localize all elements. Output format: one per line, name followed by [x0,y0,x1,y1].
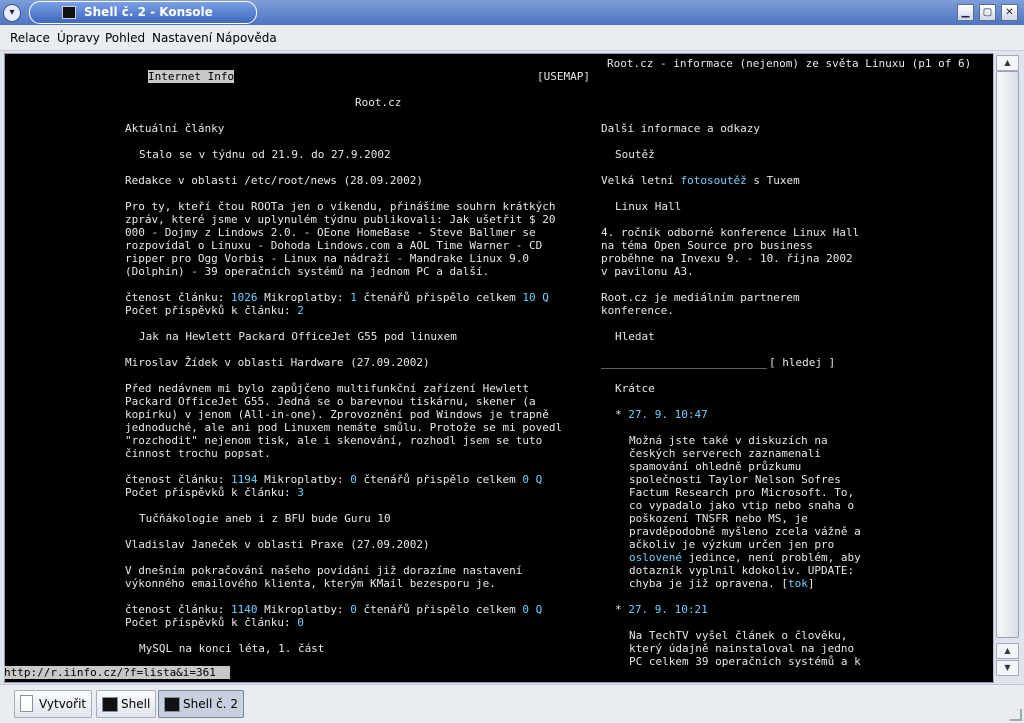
task-shell[interactable]: Shell [96,690,156,718]
new-session-button[interactable]: Vytvořit [14,690,92,718]
article-title[interactable]: Jak na Hewlett Packard OfficeJet G55 pod… [139,330,457,343]
terminal-icon [102,697,118,712]
article-body-line: zpráv, které jsme v uplynulém týdnu publ… [125,213,556,226]
window-title-pill: Shell č. 2 - Konsole [29,1,257,24]
scrollbar-thumb[interactable] [996,71,1019,638]
article-stats: čtenost článku: 1140 Mikroplatby: 0 čten… [125,603,543,616]
article-stats: čtenost článku: 1194 Mikroplatby: 0 čten… [125,473,543,486]
search-input[interactable]: _________________________ [601,356,767,369]
task-shell-2[interactable]: Shell č. 2 [158,690,244,718]
scroll-down-arrow-icon[interactable]: ▼ [996,660,1019,676]
article-title[interactable]: Tučňákologie aneb i z BFU bude Guru 10 [139,512,391,525]
article-body-line: jednoduché, ale ani pod Linuxem nemáte s… [125,421,563,434]
article-byline: Miroslav Žídek v oblasti Hardware (27.09… [125,356,430,369]
article-body-line: ripper pro Ogg Vorbis - Linux na nádraží… [125,252,529,265]
minimize-button[interactable]: ▁ [957,4,974,21]
article-body-line: Před nedávnem mi bylo zapůjčeno multifun… [125,382,529,395]
partner-line: Root.cz je mediálním partnerem [601,291,800,304]
menu-relace[interactable]: Relace [10,31,50,45]
news-line: Na TechTV vyšel článek o člověku, [629,629,848,642]
menu-upravy[interactable]: Úpravy [57,31,100,45]
news-line: který údajně nainstaloval na jedno [629,642,855,655]
resize-grip-icon[interactable] [1010,709,1022,721]
news-line: českých serverech zaznamenali [629,447,822,460]
news-line: PC celkem 39 operačních systémů a k [629,655,861,668]
article-body-line: V dnešním pokračování našeho povídání ji… [125,564,523,577]
article-body-line: činnost trochu popsat. [125,447,271,460]
article-body-line: "rozchodit" nejenom tisk, ale i skenován… [125,434,543,447]
article-body-line: (Dolphin) - 39 operačních systémů na jed… [125,265,490,278]
menu-napoveda[interactable]: Nápověda [216,31,277,45]
news-line: pravděpodobně myšleno zcela vážně a [629,525,861,538]
news-item-time: * 27. 9. 10:21 [615,603,708,616]
article-byline: Vladislav Janeček v oblasti Praxe (27.09… [125,538,430,551]
right-heading: Další informace a odkazy [601,122,760,135]
left-heading: Aktuální články [125,122,225,135]
article-comments: Počet příspěvků k článku: 3 [125,486,304,499]
new-document-icon [20,695,33,712]
article-body-line: Packard OfficeJet G55. Jedná se o barevn… [125,395,536,408]
menu-nastaveni[interactable]: Nastavení [152,31,212,45]
scroll-up-arrow-icon[interactable]: ▲ [996,55,1019,71]
article-comments: Počet příspěvků k článku: 2 [125,304,304,317]
news-line: spamování ohledně průzkumu [629,460,802,473]
header-internet-info[interactable]: Internet Info [148,70,235,83]
page-title: Root.cz - informace (nejenom) ze světa L… [607,57,972,70]
article-title[interactable]: MySQL na konci léta, 1. část [139,642,324,655]
hall-heading[interactable]: Linux Hall [615,200,681,213]
contest-link[interactable]: fotosoutěž [680,174,746,187]
close-button[interactable]: ✕ [1001,4,1018,21]
article-body-line: výkonného emailového klienta, kterým KMa… [125,577,496,590]
terminal-scrollbar[interactable]: ▲ ▲ ▼ [993,53,1021,681]
status-url: http://r.iinfo.cz/?f=lista&i=361 [4,666,230,679]
news-link[interactable]: oslovené [629,551,682,564]
news-line: co vypadalo jako vtip nebo snaha o [629,499,855,512]
usemap-link[interactable]: [USEMAP] [537,70,590,83]
news-heading: Krátce [615,382,655,395]
search-button[interactable]: [ hledej ] [769,356,835,369]
site-name: Root.cz [355,96,402,109]
article-byline: Redakce v oblasti /etc/root/news (28.09.… [125,174,424,187]
article-comments: Počet příspěvků k článku: 0 [125,616,304,629]
menubar: Relace Úpravy Pohled Nastavení Nápověda [0,25,1024,51]
news-line: chyba je již opravena. [tok] [629,577,815,590]
news-line: Možná jste také v diskuzích na [629,434,828,447]
article-body-line: kopírku) v jenom (All-in-one). Zprovozně… [125,408,549,421]
article-stats: čtenost článku: 1026 Mikroplatby: 1 čten… [125,291,549,304]
news-line: Factum Research pro Microsoft. To, [629,486,855,499]
contest-line: Velká letní fotosoutěž s Tuxem [601,174,800,187]
search-heading: Hledat [615,330,655,343]
article-title[interactable]: Stalo se v týdnu od 21.9. do 27.9.2002 [139,148,391,161]
article-body-line: rozpovídal o Linuxu - Dohoda Lindows.com… [125,239,543,252]
scroll-up-arrow-icon[interactable]: ▲ [996,643,1019,659]
terminal-icon [164,697,180,712]
news-line: společnosti Taylor Nelson Sofres [629,473,841,486]
terminal-icon [62,6,76,19]
terminal-area[interactable]: Internet Info [USEMAP] Root.cz - informa… [4,53,994,683]
news-line: poškození TNSFR nebo MS, je [629,512,808,525]
hall-line: na téma Open Source pro business [601,239,813,252]
news-item-time: * 27. 9. 10:47 [615,408,708,421]
hall-line: proběhne na Invexu 9. - 10. října 2002 [601,252,853,265]
news-line: ačkoliv je výzkum určen jen pro [629,538,835,551]
article-body-line: 000 - Dojmy z Lindows 2.0. - OEone HomeB… [125,226,536,239]
taskbar: Vytvořit Shell Shell č. 2 [0,684,1024,723]
news-link[interactable]: tok [788,577,808,590]
news-line: oslovené jedince, není problém, aby [629,551,861,564]
hall-line: 4. ročník odborné konference Linux Hall [601,226,860,239]
contest-heading: Soutěž [615,148,655,161]
window-menu-button[interactable]: ▾ [3,4,21,22]
maximize-button[interactable]: ▢ [979,4,996,21]
hall-line: v pavilonu A3. [601,265,694,278]
menu-pohled[interactable]: Pohled [105,31,145,45]
partner-line: konference. [601,304,674,317]
news-line: dotazník vyplnil kdokoliv. UPDATE: [629,564,855,577]
article-body-line: Pro ty, kteří čtou ROOTa jen o víkendu, … [125,200,556,213]
window-title: Shell č. 2 - Konsole [84,5,213,19]
window-titlebar[interactable]: ▾ Shell č. 2 - Konsole ▁ ▢ ✕ [0,0,1024,25]
